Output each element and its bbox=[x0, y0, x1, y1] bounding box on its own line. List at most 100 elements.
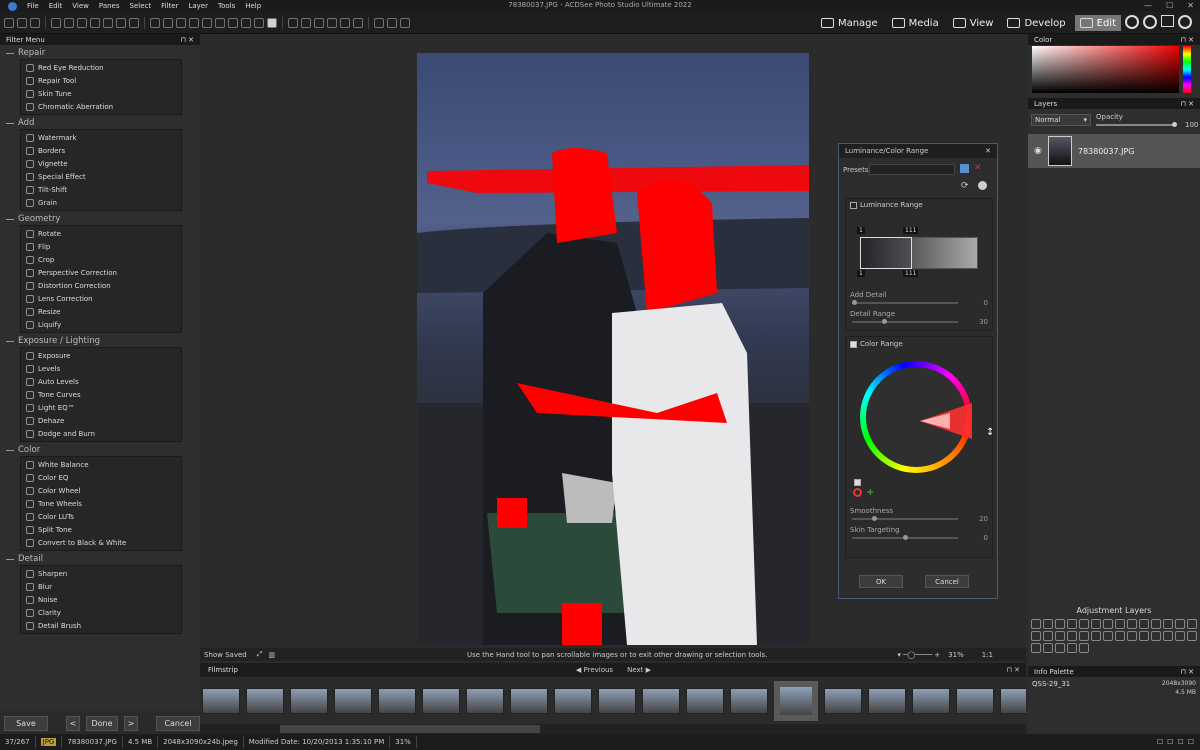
adjustment-icon[interactable] bbox=[1055, 631, 1065, 641]
adjustment-icon[interactable] bbox=[1187, 631, 1197, 641]
filmstrip-thumb[interactable] bbox=[422, 687, 460, 714]
filmstrip-thumb[interactable] bbox=[598, 687, 636, 714]
adjustment-icon[interactable] bbox=[1091, 619, 1101, 629]
prev-button[interactable]: < bbox=[66, 715, 80, 731]
wand-tool-icon[interactable] bbox=[77, 17, 87, 28]
next-button-filmstrip[interactable]: Next ▶ bbox=[627, 666, 651, 674]
pen-tool-icon[interactable] bbox=[129, 17, 139, 28]
skin-targeting-knob[interactable] bbox=[902, 535, 908, 540]
add-detail-knob[interactable] bbox=[852, 300, 857, 305]
help-icon[interactable] bbox=[978, 181, 987, 190]
filter-item[interactable]: White Balance bbox=[21, 458, 181, 471]
hue-slider[interactable] bbox=[1183, 46, 1191, 93]
adjustment-icon[interactable] bbox=[1055, 619, 1065, 629]
light-tool-icon[interactable] bbox=[327, 17, 337, 28]
add-detail-slider[interactable] bbox=[852, 300, 958, 305]
ellipse-tool-icon[interactable] bbox=[176, 17, 186, 28]
menu-filter[interactable]: Filter bbox=[161, 2, 178, 10]
eraser-tool-icon[interactable] bbox=[64, 17, 74, 28]
color-range-checkbox[interactable] bbox=[850, 340, 857, 348]
filter-item[interactable]: Sharpen bbox=[21, 567, 181, 580]
adjustment-icon[interactable] bbox=[1043, 631, 1053, 641]
layer-action-icon[interactable] bbox=[1043, 643, 1053, 653]
zoom-slider-icon[interactable]: ▾ ─◯──── + bbox=[897, 651, 940, 659]
skin-targeting-slider[interactable] bbox=[852, 535, 958, 540]
show-saved-button[interactable]: Show Saved bbox=[200, 651, 251, 659]
zoom-tool-icon[interactable] bbox=[288, 17, 298, 28]
luminance-handle-br[interactable]: 111 bbox=[903, 270, 919, 277]
text-tool-icon[interactable] bbox=[150, 17, 160, 28]
filter-item[interactable]: Blur bbox=[21, 580, 181, 593]
minimize-icon[interactable]: — bbox=[1144, 1, 1152, 10]
layer-action-icon[interactable] bbox=[1031, 643, 1041, 653]
filmstrip-thumb[interactable] bbox=[202, 687, 240, 714]
360-icon[interactable] bbox=[1143, 15, 1157, 29]
dashboard-icon[interactable] bbox=[1161, 15, 1174, 27]
adjustment-icon[interactable] bbox=[1031, 619, 1041, 629]
menu-edit[interactable]: Edit bbox=[49, 2, 63, 10]
share-icon[interactable]: ☐ bbox=[1177, 738, 1183, 746]
fit-icon[interactable]: ⤢ bbox=[257, 650, 263, 659]
filter-item[interactable]: Color Wheel bbox=[21, 484, 181, 497]
filter-item[interactable]: Color EQ bbox=[21, 471, 181, 484]
menu-help[interactable]: Help bbox=[245, 2, 261, 10]
filter-item[interactable]: Red Eye Reduction bbox=[21, 61, 181, 74]
filter-group-header[interactable]: Repair bbox=[6, 47, 200, 59]
filter-item[interactable]: Watermark bbox=[21, 131, 181, 144]
adjustment-icon[interactable] bbox=[1139, 619, 1149, 629]
filter-item[interactable]: Light EQ™ bbox=[21, 401, 181, 414]
mode-edit[interactable]: Edit bbox=[1074, 15, 1121, 31]
filmstrip-scrollbar[interactable] bbox=[200, 724, 1026, 734]
filmstrip-thumb[interactable] bbox=[642, 687, 680, 714]
layer-action-icon[interactable] bbox=[1067, 643, 1077, 653]
adjustment-icon[interactable] bbox=[1175, 631, 1185, 641]
adjustment-icon[interactable] bbox=[1127, 631, 1137, 641]
adjustment-icon[interactable] bbox=[1163, 619, 1173, 629]
cloud-icon[interactable]: ☐ bbox=[1157, 738, 1163, 746]
filmstrip-thumb[interactable] bbox=[334, 687, 372, 714]
filter-item[interactable]: Crop bbox=[21, 253, 181, 266]
close-icon[interactable]: ✕ bbox=[1187, 1, 1194, 10]
adjustment-icon[interactable] bbox=[1103, 631, 1113, 641]
dialog-close-icon[interactable]: ✕ bbox=[985, 147, 991, 155]
filmstrip-thumb[interactable] bbox=[824, 687, 862, 714]
filter-item[interactable]: Tone Wheels bbox=[21, 497, 181, 510]
filmstrip-thumb[interactable] bbox=[868, 687, 906, 714]
eyedropper-tool-icon[interactable] bbox=[254, 17, 264, 28]
filter-item[interactable]: Auto Levels bbox=[21, 375, 181, 388]
smoothness-slider[interactable] bbox=[852, 516, 958, 521]
info-pin-icon[interactable]: ⊓ ✕ bbox=[1180, 668, 1194, 676]
line-tool-icon[interactable] bbox=[189, 17, 199, 28]
luminance-range-selection[interactable] bbox=[860, 237, 912, 269]
menu-layer[interactable]: Layer bbox=[188, 2, 208, 10]
filter-item[interactable]: Grain bbox=[21, 196, 181, 209]
filter-item[interactable]: Repair Tool bbox=[21, 74, 181, 87]
photo-preview[interactable] bbox=[417, 53, 809, 645]
filter-item[interactable]: Color LUTs bbox=[21, 510, 181, 523]
filmstrip-thumb[interactable] bbox=[510, 687, 548, 714]
dodge-tool-icon[interactable] bbox=[340, 17, 350, 28]
previous-button[interactable]: ◀ Previous bbox=[576, 666, 613, 674]
luminance-handle-bl[interactable]: 1 bbox=[857, 270, 865, 277]
presets-select[interactable] bbox=[869, 164, 955, 175]
maximize-icon[interactable]: ☐ bbox=[1166, 1, 1173, 10]
settings-icon[interactable]: ☐ bbox=[1167, 738, 1173, 746]
blur-tool-icon[interactable] bbox=[353, 17, 363, 28]
mode-view[interactable]: View bbox=[948, 15, 999, 31]
filter-item[interactable]: Convert to Black & White bbox=[21, 536, 181, 549]
adjustment-icon[interactable] bbox=[1067, 619, 1077, 629]
select-tool-icon[interactable] bbox=[4, 17, 14, 28]
clone-tool-icon[interactable] bbox=[90, 17, 100, 28]
color-picker-icon[interactable] bbox=[853, 488, 862, 497]
gradient-tool-icon[interactable] bbox=[228, 17, 238, 28]
filter-item[interactable]: Resize bbox=[21, 305, 181, 318]
color-swatch-icon[interactable] bbox=[267, 17, 277, 28]
dialog-cancel-button[interactable]: Cancel bbox=[925, 575, 969, 588]
menu-panes[interactable]: Panes bbox=[99, 2, 120, 10]
filter-item[interactable]: Clarity bbox=[21, 606, 181, 619]
filter-item[interactable]: Dodge and Burn bbox=[21, 427, 181, 440]
move-tool-icon[interactable] bbox=[17, 17, 27, 28]
adjustment-icon[interactable] bbox=[1067, 631, 1077, 641]
filter-group-header[interactable]: Add bbox=[6, 117, 200, 129]
color-pin-icon[interactable]: ⊓ ✕ bbox=[1180, 36, 1194, 44]
